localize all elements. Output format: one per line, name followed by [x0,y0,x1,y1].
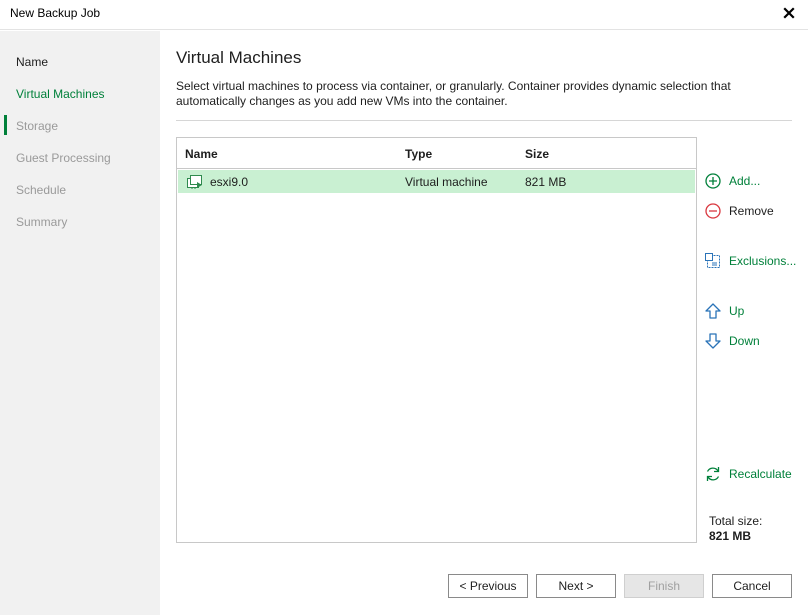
exclusions-icon [705,253,720,268]
main-panel: Virtual Machines Select virtual machines… [160,31,808,615]
window-title: New Backup Job [10,6,101,20]
column-header-type[interactable]: Type [405,147,432,161]
arrow-up-icon [705,303,721,319]
page-title: Virtual Machines [176,48,302,67]
arrow-down-icon [705,333,721,349]
add-button-label: Add... [729,174,761,188]
exclusions-button-label: Exclusions... [729,254,797,268]
recalculate-icon [706,467,720,481]
step-schedule: Schedule [16,183,67,197]
step-summary: Summary [16,215,68,229]
total-size-value: 821 MB [709,529,752,543]
previous-button[interactable]: < Previous [448,574,528,598]
step-storage: Storage [16,119,59,133]
table-row[interactable]: esxi9.0 Virtual machine 821 MB [178,170,695,193]
up-button-label: Up [729,304,745,318]
wizard-steps-sidebar: Name Virtual Machines Storage Guest Proc… [0,31,160,615]
active-step-marker [4,115,7,135]
header-divider [176,120,792,121]
row-name: esxi9.0 [210,175,249,189]
cancel-button[interactable]: Cancel [712,574,792,598]
step-guest-processing: Guest Processing [16,151,111,165]
row-type: Virtual machine [405,175,488,189]
total-size-label: Total size: [709,514,763,528]
page-description: Select virtual machines to process via c… [176,79,731,108]
row-size: 821 MB [525,175,567,189]
column-header-name[interactable]: Name [185,147,218,161]
finish-button: Finish [624,574,704,598]
step-name[interactable]: Name [16,55,48,69]
column-header-size[interactable]: Size [525,147,549,161]
add-icon [705,173,721,189]
vm-list-grid[interactable]: Name Type Size esxi9.0 Virtual machine 8… [176,137,697,543]
close-icon[interactable] [782,6,796,20]
title-bar: New Backup Job [0,0,808,30]
remove-button-label: Remove [729,204,774,218]
vm-icon [186,174,204,190]
down-button-label: Down [729,334,760,348]
step-virtual-machines[interactable]: Virtual Machines [16,87,105,101]
remove-icon [705,203,721,219]
next-button[interactable]: Next > [536,574,616,598]
grid-header: Name Type Size [177,138,696,169]
recalculate-button-label: Recalculate [729,467,792,481]
